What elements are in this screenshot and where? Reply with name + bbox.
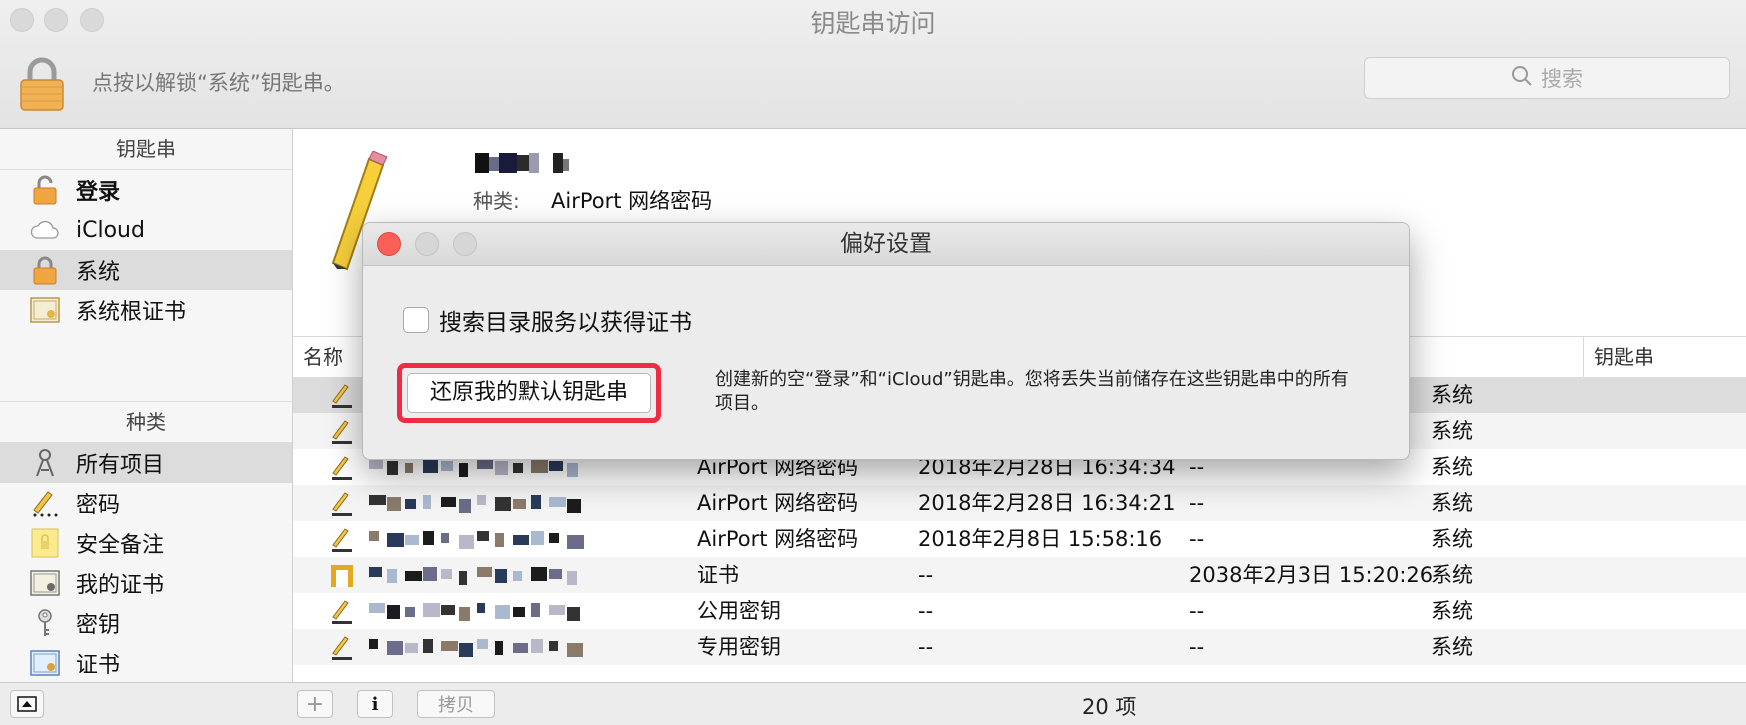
expires-cell: -- [1189, 635, 1205, 659]
preferences-dialog: 偏好设置 搜索目录服务以获得证书 还原我的默认钥匙串 创建新的空“登录”和“iC… [362, 222, 1410, 460]
password-icon [329, 521, 355, 557]
dialog-titlebar: 偏好设置 [363, 223, 1409, 266]
column-header-keychain[interactable]: 钥匙串 [1583, 337, 1654, 377]
date-cell: -- [918, 563, 934, 587]
kind-cell: 专用密钥 [697, 635, 781, 659]
table-row[interactable]: 专用密钥 -- -- 系统 [293, 629, 1746, 665]
password-icon [329, 377, 355, 413]
table-row[interactable]: 证书 -- 2038年2月3日 15:20:26 系统 [293, 557, 1746, 593]
cloud-icon [30, 215, 60, 245]
sidebar-item-system-roots[interactable]: 系统根证书 [0, 290, 292, 330]
certificate-icon [329, 557, 355, 593]
lock-icon [30, 255, 60, 285]
sidebar-item-label: 证书 [76, 653, 121, 678]
expires-cell: -- [1189, 491, 1205, 515]
sidebar-item-label: 安全备注 [76, 533, 165, 558]
keychain-cell: 系统 [1431, 563, 1473, 587]
search-directory-checkbox[interactable] [403, 307, 429, 333]
sidebar-item-my-certificates[interactable]: 我的证书 [0, 563, 292, 603]
date-cell: 2018年2月28日 16:34:21 [918, 491, 1176, 515]
keychain-cell: 系统 [1431, 491, 1473, 515]
key-icon [30, 608, 60, 638]
sidebar-item-label: 我的证书 [76, 573, 165, 598]
sidebar-item-label: iCloud [76, 217, 145, 243]
table-row[interactable]: AirPort 网络密码 2018年2月28日 16:34:21 -- 系统 [293, 485, 1746, 521]
search-placeholder: 搜索 [1541, 67, 1583, 91]
reset-description: 创建新的空“登录”和“iCloud”钥匙串。您将丢失当前储存在这些钥匙串中的所有… [715, 369, 1349, 414]
table-row[interactable]: 公用密钥 -- -- 系统 [293, 593, 1746, 629]
sidebar-item-label: 系统根证书 [76, 300, 187, 325]
reset-keychain-button[interactable]: 还原我的默认钥匙串 [407, 373, 651, 413]
date-cell: 2018年2月8日 15:58:16 [918, 527, 1163, 551]
expires-cell: -- [1189, 599, 1205, 623]
secure-note-icon [30, 528, 60, 558]
sidebar-item-label: 登录 [76, 180, 121, 205]
keychain-cell: 系统 [1431, 383, 1473, 407]
sidebar-item-label: 所有项目 [76, 453, 165, 478]
copy-button[interactable]: 拷贝 [417, 690, 495, 718]
certificate-icon [30, 295, 60, 325]
window-title: 钥匙串访问 [810, 9, 936, 38]
add-button[interactable]: + [297, 690, 333, 718]
password-icon [329, 485, 355, 521]
sidebar-item-label: 系统 [76, 260, 121, 285]
certificate-icon [30, 648, 60, 678]
sidebar: 钥匙串 登录 iCloud 系统 系统根证书 种类 所有项目 密码 安全备注 我… [0, 129, 293, 682]
search-icon [1511, 65, 1533, 92]
detail-kind-value: AirPort 网络密码 [551, 189, 713, 213]
lock-icon[interactable] [18, 56, 66, 112]
categories-header: 种类 [0, 401, 292, 443]
sidebar-item-passwords[interactable]: 密码 [0, 483, 292, 523]
keychains-header: 钥匙串 [0, 129, 292, 170]
dialog-title: 偏好设置 [840, 231, 932, 257]
lock-open-icon [30, 175, 60, 205]
all-items-icon [30, 448, 60, 478]
keychain-cell: 系统 [1431, 635, 1473, 659]
my-certificate-icon [30, 568, 60, 598]
item-count: 20 项 [1082, 695, 1137, 719]
sidebar-toggle-icon [17, 696, 37, 712]
kind-cell: AirPort 网络密码 [697, 527, 859, 551]
password-icon [329, 413, 355, 449]
sidebar-item-certificates[interactable]: 证书 [0, 643, 292, 683]
sidebar-item-keys[interactable]: 密钥 [0, 603, 292, 643]
item-name-redacted [475, 151, 585, 175]
sidebar-item-icloud[interactable]: iCloud [0, 210, 292, 250]
sidebar-item-all-items[interactable]: 所有项目 [0, 443, 292, 483]
column-header-name[interactable]: 名称 [303, 337, 343, 377]
toolbar: 钥匙串访问 点按以解锁“系统”钥匙串。 搜索 [0, 0, 1746, 129]
sidebar-item-login[interactable]: 登录 [0, 170, 292, 210]
info-button[interactable]: i [357, 690, 393, 718]
keychain-cell: 系统 [1431, 527, 1473, 551]
unlock-hint: 点按以解锁“系统”钥匙串。 [92, 71, 345, 95]
key-icon [329, 593, 355, 629]
key-icon [329, 629, 355, 665]
kind-cell: AirPort 网络密码 [697, 491, 859, 515]
sidebar-item-secure-notes[interactable]: 安全备注 [0, 523, 292, 563]
password-icon [329, 449, 355, 485]
status-bar: + i 拷贝 20 项 [0, 682, 1746, 725]
search-field[interactable]: 搜索 [1364, 57, 1730, 99]
expires-cell: 2038年2月3日 15:20:26 [1189, 563, 1434, 587]
sidebar-toggle-button[interactable] [10, 690, 44, 718]
date-cell: -- [918, 635, 934, 659]
kind-cell: 证书 [697, 563, 739, 587]
kind-cell: 公用密钥 [697, 599, 781, 623]
sidebar-item-system[interactable]: 系统 [0, 250, 292, 290]
detail-kind-label: 种类: [473, 189, 520, 213]
sidebar-item-label: 密码 [76, 493, 121, 518]
item-name-redacted [369, 629, 599, 676]
password-icon [30, 488, 60, 518]
search-directory-label[interactable]: 搜索目录服务以获得证书 [439, 303, 692, 337]
date-cell: -- [918, 599, 934, 623]
keychain-cell: 系统 [1431, 419, 1473, 443]
sidebar-item-label: 密钥 [76, 613, 121, 638]
keychain-cell: 系统 [1431, 599, 1473, 623]
keychain-cell: 系统 [1431, 455, 1473, 479]
table-row[interactable]: AirPort 网络密码 2018年2月8日 15:58:16 -- 系统 [293, 521, 1746, 557]
expires-cell: -- [1189, 527, 1205, 551]
